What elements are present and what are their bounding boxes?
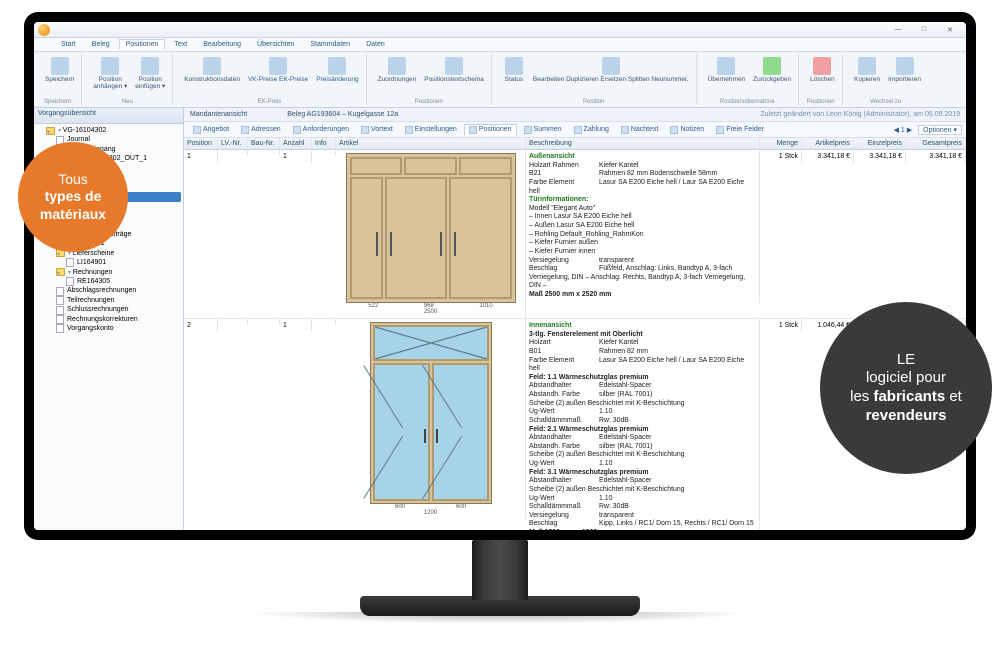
doc-tab-angebot[interactable]: Angebot	[188, 124, 234, 136]
col-header[interactable]: Position	[184, 138, 218, 149]
doc-tab-positionen[interactable]: Positionen	[464, 124, 517, 136]
ribbon-btn[interactable]: Preisänderung	[313, 55, 361, 85]
crumb-mid: Beleg AG193604 – Kugelgasse 12a	[287, 111, 760, 118]
menu-bearbeitung[interactable]: Bearbeitung	[196, 39, 248, 50]
doc-tab-adressen[interactable]: Adressen	[236, 124, 286, 136]
ribbon-btn[interactable]: Konstruktionsdaten	[181, 55, 243, 85]
item-description: AußenansichtHolzart RahmenKiefer KantelB…	[526, 150, 760, 303]
doc-tab-vortext[interactable]: Vortext	[356, 124, 398, 136]
tree-item[interactable]: LI164901	[66, 258, 181, 267]
window-minimize[interactable]: —	[886, 24, 910, 36]
doc-tab-einstellungen[interactable]: Einstellungen	[400, 124, 462, 136]
doc-tab-notizen[interactable]: Notizen	[665, 124, 709, 136]
ribbon-btn[interactable]: Zurückgeben	[750, 55, 794, 85]
ribbon-btn[interactable]: Positionstextschema	[421, 55, 487, 85]
ribbon-btn[interactable]: VK-Preise EK-Preise	[245, 55, 311, 85]
doc-tab-anforderungen[interactable]: Anforderungen	[288, 124, 354, 136]
tree-item[interactable]: Vorgangskonto	[56, 324, 181, 333]
grid-row[interactable]: 1152296810102500AußenansichtHolzart Rahm…	[184, 150, 966, 319]
tree-root[interactable]: VG-16104302	[46, 126, 181, 135]
item-drawing: 52296810102500	[336, 150, 526, 318]
monitor-frame: — □ ✕ StartBelegPositionenTextBearbeitun…	[24, 12, 976, 540]
ribbon-btn[interactable]: Importieren	[885, 55, 924, 85]
menu-text[interactable]: Text	[167, 39, 194, 50]
tree-item[interactable]: Schlussrechnungen	[56, 305, 181, 314]
col-header[interactable]: Beschreibung	[526, 138, 760, 149]
menu-positionen[interactable]: Positionen	[119, 39, 166, 50]
menu-strip: StartBelegPositionenTextBearbeitungÜbers…	[34, 38, 966, 52]
tree-item[interactable]: Abschlagsrechnungen	[56, 286, 181, 295]
col-header[interactable]: Einzelpreis	[854, 138, 906, 149]
doc-tab-nachtext[interactable]: Nachtext	[616, 124, 664, 136]
doc-tabs: AngebotAdressenAnforderungenVortextEinst…	[184, 122, 966, 138]
ribbon-btn[interactable]: Zuordnungen	[375, 55, 420, 85]
options-dropdown[interactable]: Optionen ▾	[918, 125, 962, 135]
item-drawing: 6006001200	[336, 319, 526, 519]
crumb-left: Mandantenansicht	[190, 111, 247, 118]
tree-item[interactable]: RE164305	[66, 277, 181, 286]
workarea: Vorgangsübersicht VG-16104302JournalBele…	[34, 108, 966, 530]
doc-tab-summen[interactable]: Summen	[519, 124, 567, 136]
callout-software: LE logiciel pour les fabricants et reven…	[820, 302, 992, 474]
tree-item[interactable]: Teilrechnungen	[56, 296, 181, 305]
sidebar-title: Vorgangsübersicht	[34, 108, 183, 124]
menu-start[interactable]: Start	[54, 39, 83, 50]
col-header[interactable]: Bau-Nr.	[248, 138, 280, 149]
col-header[interactable]: Artikel	[336, 138, 526, 149]
window-titlebar: — □ ✕	[34, 22, 966, 38]
app-icon	[38, 24, 50, 36]
window-close[interactable]: ✕	[938, 24, 962, 36]
col-header[interactable]: Anzahl	[280, 138, 312, 149]
crumb-right: Zuletzt geändert von Leon König (Adminis…	[760, 111, 960, 118]
ribbon-btn[interactable]: Kopieren	[851, 55, 883, 85]
doc-tab-zahlung[interactable]: Zahlung	[569, 124, 614, 136]
breadcrumb: Mandantenansicht Beleg AG193604 – Kugelg…	[184, 108, 966, 122]
ribbon-btn[interactable]: Bearbeiten Duplizieren Ersetzen Splitten…	[530, 55, 692, 85]
menu-daten[interactable]: Daten	[359, 39, 392, 50]
callout-materials: Tous types de matériaux	[18, 142, 128, 252]
ribbon-btn[interactable]: Positioneinfügen ▾	[132, 55, 168, 92]
col-header[interactable]: Artikelpreis	[802, 138, 854, 149]
menu-übersichten[interactable]: Übersichten	[250, 39, 301, 50]
tree-item[interactable]: Rechnungen	[56, 268, 181, 277]
ribbon-btn[interactable]: Löschen	[807, 55, 838, 85]
ribbon-btn[interactable]: Übernehmen	[705, 55, 749, 85]
ribbon: SpeichernSpeichernPositionanhängen ▾Posi…	[34, 52, 966, 108]
main-panel: Mandantenansicht Beleg AG193604 – Kugelg…	[184, 108, 966, 530]
ribbon-btn[interactable]: Speichern	[42, 55, 77, 85]
doc-tab-freie felder[interactable]: Freie Felder	[711, 124, 769, 136]
ribbon-btn[interactable]: Positionanhängen ▾	[90, 55, 130, 92]
col-header[interactable]: Gesamtpreis	[906, 138, 966, 149]
menu-beleg[interactable]: Beleg	[85, 39, 117, 50]
ribbon-btn[interactable]: Status	[500, 55, 528, 85]
window-maximize[interactable]: □	[912, 24, 936, 36]
screen: — □ ✕ StartBelegPositionenTextBearbeitun…	[34, 22, 966, 530]
col-header[interactable]: Info	[312, 138, 336, 149]
grid-header: PositionLV.-Nr.Bau-Nr.AnzahlInfoArtikelB…	[184, 138, 966, 150]
col-header[interactable]: LV.-Nr.	[218, 138, 248, 149]
menu-stammdaten[interactable]: Stammdaten	[303, 39, 357, 50]
tree-item[interactable]: Rechnungskorrekturen	[56, 315, 181, 324]
item-description: Innenansicht3-tlg. Fensterelement mit Ob…	[526, 319, 760, 530]
col-header[interactable]: Menge	[760, 138, 802, 149]
